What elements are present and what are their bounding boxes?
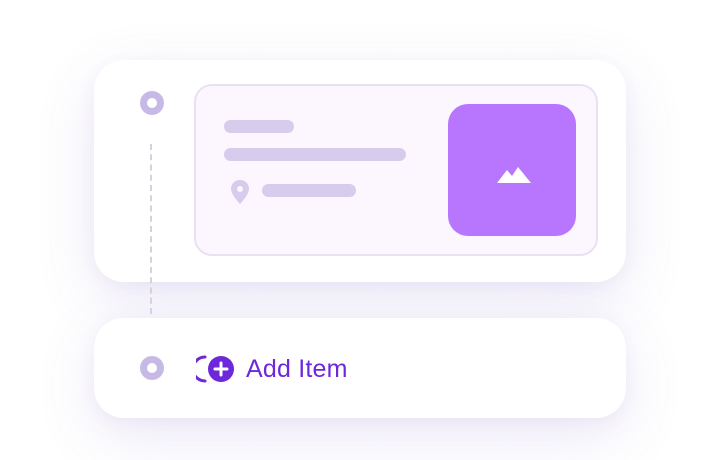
timeline-connector <box>150 144 152 314</box>
add-item-button[interactable]: Add Item <box>196 352 348 386</box>
mountain-image-icon <box>497 167 531 183</box>
timeline-dot-icon <box>140 91 164 115</box>
item-location-placeholder <box>262 184 356 197</box>
add-item-label: Add Item <box>246 355 348 383</box>
map-pin-icon <box>231 180 249 204</box>
add-item-card[interactable] <box>94 318 626 418</box>
item-subtitle-placeholder <box>224 148 406 161</box>
add-circle-icon <box>196 355 234 383</box>
item-title-placeholder <box>224 120 294 133</box>
timeline-dot-icon <box>140 356 164 380</box>
